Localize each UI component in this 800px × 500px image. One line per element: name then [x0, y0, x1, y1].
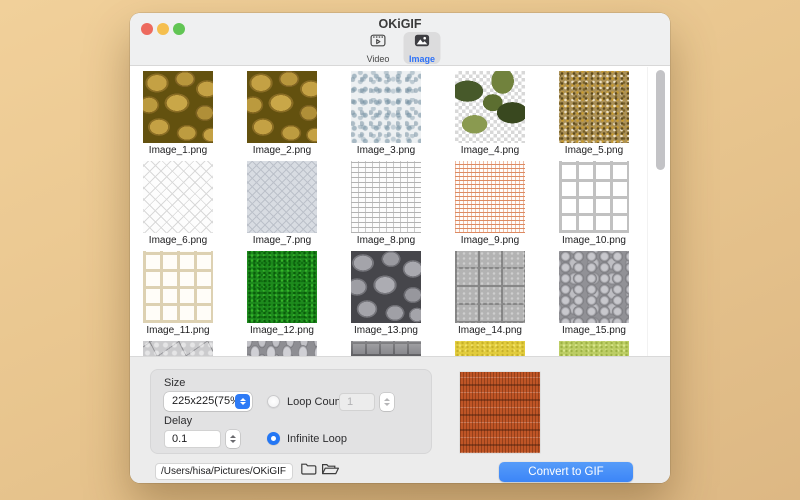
video-icon [370, 33, 387, 53]
thumbnail-image-8 [351, 161, 421, 233]
delay-stepper[interactable] [226, 430, 240, 448]
thumbnail-item[interactable]: Image_8.png [351, 161, 421, 246]
thumbnail-item[interactable]: Image_12.png [247, 251, 317, 336]
thumbnail-item[interactable] [143, 341, 213, 356]
infinite-loop-radio[interactable] [267, 432, 280, 445]
thumbnail-item[interactable]: Image_1.png [143, 71, 213, 156]
grid-row-3: Image_11.png Image_12.png Image_13.png I… [143, 251, 629, 336]
desktop: OKiGIF Video [0, 0, 800, 500]
loop-count-radio[interactable] [267, 395, 280, 408]
thumbnail-item[interactable] [247, 341, 317, 356]
output-path-field[interactable]: /Users/hisa/Pictures/OKiGIF [155, 463, 293, 480]
thumbnail-image-2 [247, 71, 317, 143]
open-folder-button[interactable] [320, 462, 340, 480]
thumbnail-label: Image_11.png [146, 325, 209, 336]
thumbnail-label: Image_7.png [253, 235, 311, 246]
loop-count-stepper[interactable] [380, 393, 394, 411]
thumbnail-image-9 [455, 161, 525, 233]
grid-row-4-partial [143, 341, 629, 356]
scrollbar-track [647, 67, 648, 356]
thumbnail-label: Image_5.png [565, 145, 623, 156]
thumbnail-image-4 [455, 71, 525, 143]
thumbnail-image-3 [351, 71, 421, 143]
folder-icon [300, 461, 317, 481]
delay-label: Delay [164, 415, 192, 427]
thumbnail-item[interactable]: Image_14.png [455, 251, 525, 336]
convert-to-gif-button[interactable]: Convert to GIF [499, 462, 633, 482]
thumbnail-image-19 [455, 341, 525, 356]
thumbnail-item[interactable]: Image_5.png [559, 71, 629, 156]
thumbnail-label: Image_1.png [149, 145, 207, 156]
thumbnail-label: Image_2.png [253, 145, 311, 156]
thumbnail-label: Image_4.png [461, 145, 519, 156]
size-label: Size [164, 377, 185, 389]
title-bar: OKiGIF Video [130, 13, 670, 66]
scrollbar-thumb[interactable] [656, 70, 665, 170]
thumbnail-label: Image_8.png [357, 235, 415, 246]
thumbnail-label: Image_6.png [149, 235, 207, 246]
size-select[interactable]: 225x225(75%) [164, 392, 252, 411]
thumbnail-image-7 [247, 161, 317, 233]
thumbnail-label: Image_12.png [250, 325, 314, 336]
window-title: OKiGIF [130, 17, 670, 31]
okigif-window: OKiGIF Video [130, 13, 670, 483]
thumbnail-item[interactable] [351, 341, 421, 356]
thumbnail-image-10 [559, 161, 629, 233]
thumbnail-item[interactable]: Image_10.png [559, 161, 629, 246]
mode-tabs: Video Image [360, 32, 441, 64]
image-icon [414, 33, 431, 53]
thumbnail-label: Image_13.png [354, 325, 418, 336]
thumbnail-image-13 [351, 251, 421, 323]
delay-field[interactable]: 0.1 [164, 430, 221, 448]
thumbnail-image-17 [247, 341, 317, 356]
thumbnail-label: Image_10.png [562, 235, 626, 246]
thumbnail-item[interactable]: Image_3.png [351, 71, 421, 156]
thumbnail-item[interactable]: Image_13.png [351, 251, 421, 336]
gif-preview-image [460, 372, 540, 453]
thumbnail-item[interactable] [559, 341, 629, 356]
open-folder-icon [321, 461, 340, 481]
thumbnail-item[interactable]: Image_9.png [455, 161, 525, 246]
thumbnail-item[interactable]: Image_11.png [143, 251, 213, 336]
tab-video[interactable]: Video [360, 32, 397, 64]
thumbnail-item[interactable]: Image_7.png [247, 161, 317, 246]
settings-panel: Size 225x225(75%) Loop Count 1 Delay 0.1 [130, 356, 670, 483]
thumbnail-image-1 [143, 71, 213, 143]
thumbnail-label: Image_14.png [458, 325, 522, 336]
thumbnail-image-18 [351, 341, 421, 356]
thumbnail-item[interactable]: Image_2.png [247, 71, 317, 156]
thumbnail-image-15 [559, 251, 629, 323]
grid-row-2: Image_6.png Image_7.png Image_8.png Imag… [143, 161, 629, 246]
tab-video-label: Video [367, 54, 390, 64]
thumbnail-image-20 [559, 341, 629, 356]
tab-image[interactable]: Image [404, 32, 441, 64]
thumbnail-image-16 [143, 341, 213, 356]
tab-image-label: Image [409, 54, 435, 64]
gif-options-box: Size 225x225(75%) Loop Count 1 Delay 0.1 [150, 369, 432, 454]
select-stepper-icon [235, 394, 250, 409]
infinite-loop-label: Infinite Loop [287, 433, 347, 445]
thumbnail-image-11 [143, 251, 213, 323]
folder-button[interactable] [298, 462, 318, 480]
thumbnail-item[interactable] [455, 341, 525, 356]
thumbnail-label: Image_3.png [357, 145, 415, 156]
thumbnail-item[interactable]: Image_4.png [455, 71, 525, 156]
loop-count-field[interactable]: 1 [339, 393, 375, 411]
thumbnail-image-5 [559, 71, 629, 143]
thumbnail-item[interactable]: Image_15.png [559, 251, 629, 336]
thumbnail-item[interactable]: Image_6.png [143, 161, 213, 246]
grid-row-1: Image_1.png Image_2.png Image_3.png Imag… [143, 71, 629, 156]
thumbnail-image-12 [247, 251, 317, 323]
thumbnail-image-14 [455, 251, 525, 323]
loop-count-label: Loop Count [287, 396, 344, 408]
thumbnail-image-6 [143, 161, 213, 233]
size-select-value: 225x225(75%) [172, 395, 244, 407]
thumbnail-label: Image_9.png [461, 235, 519, 246]
image-grid: Image_1.png Image_2.png Image_3.png Imag… [130, 67, 670, 356]
thumbnail-label: Image_15.png [562, 325, 626, 336]
